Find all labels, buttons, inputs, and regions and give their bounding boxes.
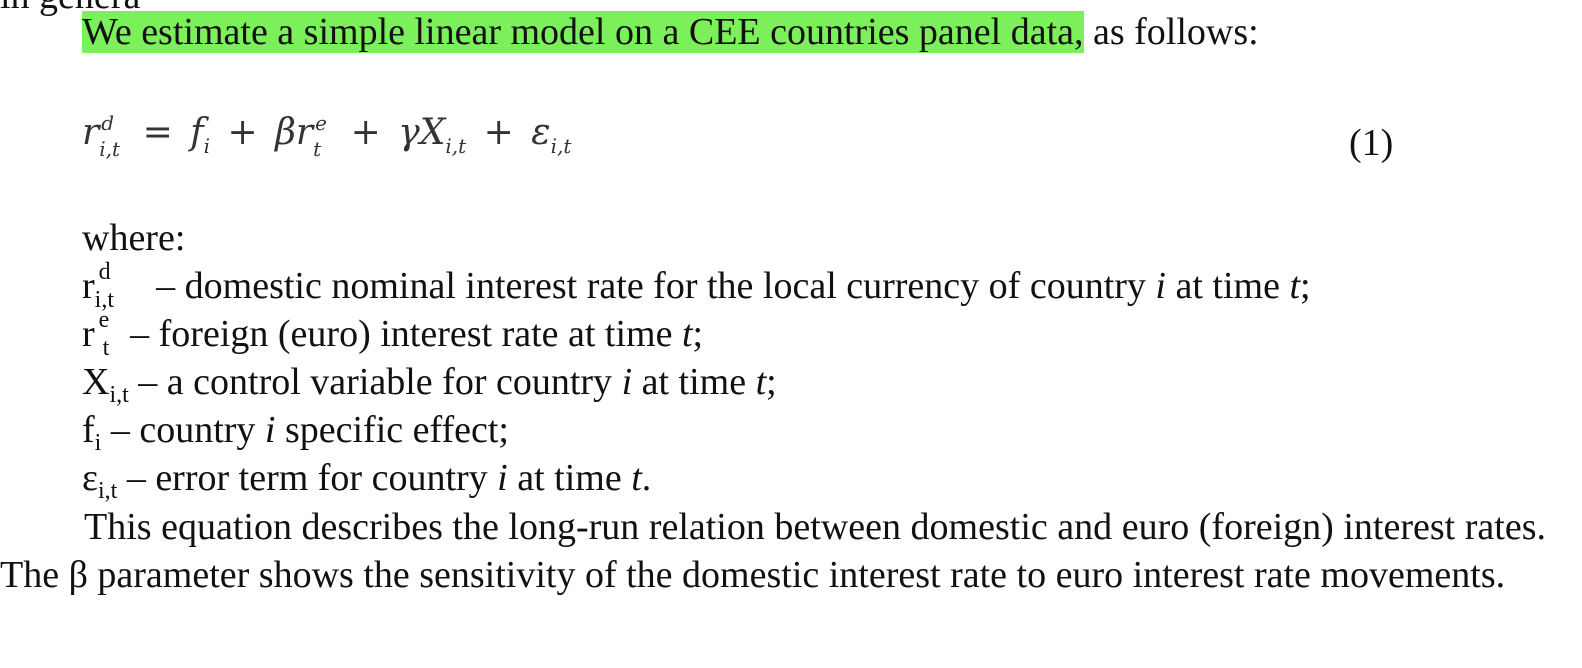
eq-x-sub: i,t bbox=[445, 134, 467, 158]
eq-epsilon-sub: i,t bbox=[550, 134, 572, 158]
definition-re: ret – foreign (euro) interest rate at ti… bbox=[82, 307, 704, 361]
eq-r-sup: d bbox=[101, 111, 115, 135]
equation-number: (1) bbox=[1349, 122, 1394, 164]
def-symbol: ε bbox=[82, 457, 98, 499]
eq-equals: = bbox=[142, 112, 173, 153]
def-var-i: i bbox=[497, 457, 508, 499]
def-symbol: X bbox=[82, 361, 110, 403]
def-text: ; bbox=[1300, 265, 1311, 307]
eq-f-sub: i bbox=[203, 134, 211, 158]
eq-x: X bbox=[419, 112, 446, 153]
definition-rd: r d i,t – domestic nominal interest rate f… bbox=[82, 259, 1311, 313]
def-text: – error term for country bbox=[117, 457, 498, 499]
eq-r2-sup: e bbox=[315, 111, 327, 135]
def-symbol: r bbox=[82, 265, 95, 307]
eq-r: r bbox=[82, 112, 100, 153]
eq-epsilon: ε bbox=[531, 112, 551, 153]
def-symbol: f bbox=[82, 409, 95, 451]
def-text: – domestic nominal interest rate for the… bbox=[146, 265, 1156, 307]
def-symbol: r bbox=[82, 313, 95, 355]
def-text: ; bbox=[766, 361, 777, 403]
def-text: at time bbox=[632, 361, 756, 403]
where-label: where: bbox=[82, 217, 186, 259]
eq-r-indices: d i,t bbox=[99, 111, 125, 161]
def-text: ; bbox=[692, 313, 704, 355]
equation-1: r d i,t = fi + βr e t + γXi,t + εi,t bbox=[82, 111, 572, 161]
eq-plus: + bbox=[483, 112, 514, 153]
def-sub: i,t bbox=[109, 382, 129, 408]
def-var-i: i bbox=[621, 361, 633, 403]
eq-plus: + bbox=[350, 112, 381, 153]
def-indices: et bbox=[95, 307, 121, 361]
eq-beta: β bbox=[275, 112, 296, 153]
highlighted-text: We estimate a simple linear model on a C… bbox=[82, 11, 1084, 53]
def-var-i: i bbox=[264, 409, 276, 451]
def-var-i: i bbox=[1155, 265, 1166, 307]
eq-r-sub: i,t bbox=[99, 137, 121, 161]
def-var-t: t bbox=[755, 361, 767, 403]
eq-f: f bbox=[190, 112, 204, 153]
def-var-t: t bbox=[681, 313, 693, 355]
eq-r2: r bbox=[295, 112, 314, 153]
eq-r2-indices: et bbox=[313, 111, 333, 161]
intro-rest: as follows: bbox=[1083, 11, 1259, 53]
intro-sentence: We estimate a simple linear model on a C… bbox=[82, 10, 1259, 54]
def-sub: i,t bbox=[97, 478, 118, 504]
def-var-t: t bbox=[631, 457, 642, 499]
def-text: – a control variable for country bbox=[128, 361, 622, 403]
def-text: – foreign (euro) interest rate at time bbox=[120, 313, 682, 355]
explanation-paragraph: This equation describes the long-run rel… bbox=[0, 506, 1546, 596]
def-text: at time bbox=[507, 457, 632, 499]
eq-plus: + bbox=[227, 112, 258, 153]
def-var-t: t bbox=[1289, 265, 1300, 307]
def-text: at time bbox=[1165, 265, 1290, 307]
eq-r2-sub: t bbox=[313, 137, 322, 161]
eq-gamma: γ bbox=[398, 112, 420, 153]
def-text: specific effect; bbox=[275, 409, 509, 451]
document-page: in genera We estimate a simple linear mo… bbox=[0, 0, 1582, 668]
def-text: . bbox=[641, 457, 652, 499]
def-text: – country bbox=[101, 409, 265, 451]
